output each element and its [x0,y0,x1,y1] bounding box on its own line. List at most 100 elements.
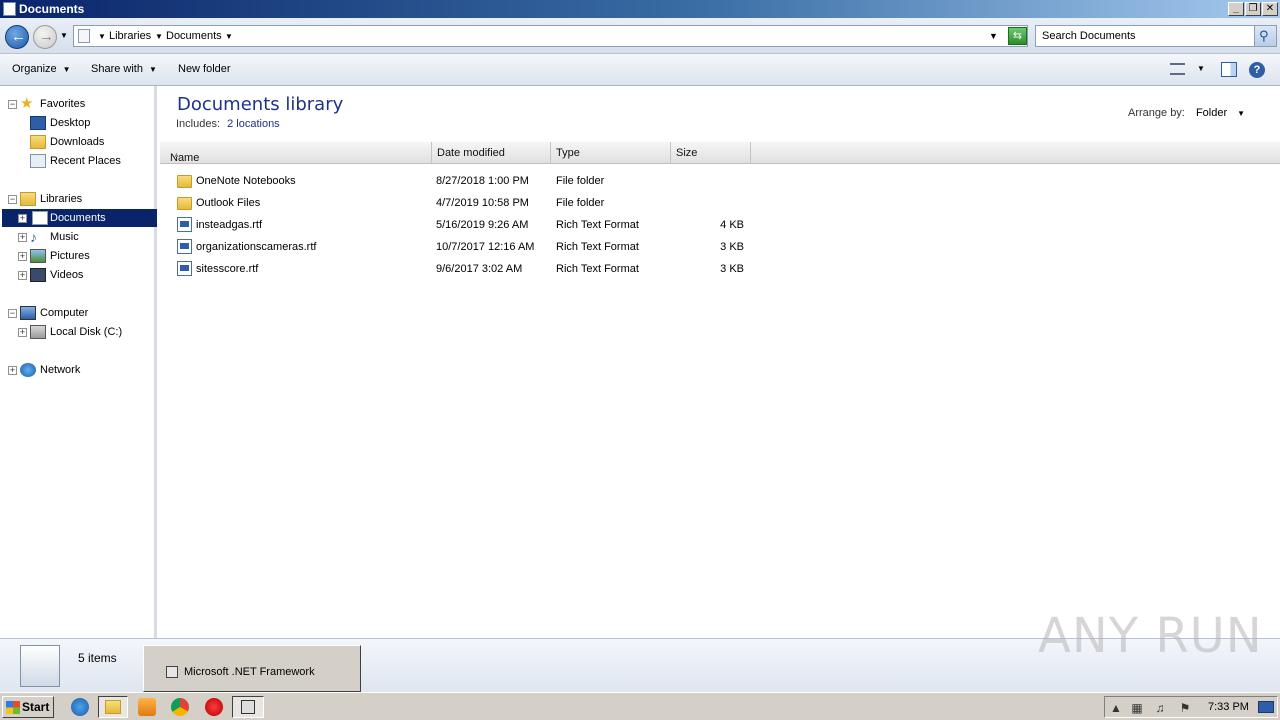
expand-icon[interactable]: + [18,271,27,280]
column-type-label: Type [556,147,580,159]
address-bar-area: ← → ▼ ▼ Libraries ▼ Documents ▼ ▼ ⇆ Sear… [0,18,1280,54]
nav-local-disk[interactable]: + Local Disk (C:) [0,323,157,341]
breadcrumb-libraries[interactable]: Libraries [109,30,151,42]
collapse-icon[interactable]: − [8,195,17,204]
file-row[interactable]: sitesscore.rtf 9/6/2017 3:02 AM Rich Tex… [160,258,760,280]
back-arrow-icon: ← [11,28,26,45]
nav-downloads[interactable]: Downloads [0,133,157,151]
library-icon [78,29,90,43]
forward-arrow-icon: → [39,28,54,45]
column-header-size[interactable]: Size [671,142,751,163]
refresh-icon[interactable]: ⇆ [1008,27,1027,45]
expand-icon[interactable]: + [18,214,27,223]
search-input[interactable]: Search Documents ⚲ [1035,25,1277,47]
column-header-date[interactable]: Date modified [432,142,551,163]
expand-icon[interactable]: + [18,252,27,261]
nav-documents[interactable]: + Documents [2,209,157,227]
search-placeholder: Search Documents [1042,30,1136,42]
network-status-icon[interactable]: ▦ [1130,701,1144,715]
column-headers: Name ▲ Date modified Type Size [160,142,1280,164]
help-icon[interactable]: ? [1249,62,1265,78]
collapse-icon[interactable]: − [8,309,17,318]
breadcrumb-chevron-icon[interactable]: ▼ [155,32,163,41]
title-bar[interactable]: Documents _ ❐ ✕ [0,0,1280,18]
popup-label: Microsoft .NET Framework [184,666,315,678]
opera-icon[interactable] [205,698,223,716]
nav-pictures[interactable]: + Pictures [0,247,157,265]
nav-label: Recent Places [50,155,121,167]
nav-recent-places[interactable]: Recent Places [0,152,157,170]
file-type: File folder [556,197,605,209]
search-icon[interactable]: ⚲ [1254,26,1276,46]
file-row[interactable]: Outlook Files 4/7/2019 10:58 PM File fol… [160,192,760,214]
expand-icon[interactable]: + [18,328,27,337]
windows-logo-icon [6,701,20,714]
nav-label: Desktop [50,117,91,129]
forward-button[interactable]: → [33,25,57,49]
column-header-type[interactable]: Type [551,142,671,163]
file-row[interactable]: OneNote Notebooks 8/27/2018 1:00 PM File… [160,170,760,192]
media-player-icon[interactable] [138,698,156,716]
chrome-icon[interactable] [171,698,189,716]
nav-libraries[interactable]: − Libraries [0,190,157,208]
sort-ascending-icon: ▲ [173,152,180,159]
share-with-label: Share with [91,63,143,75]
nav-label: Computer [40,307,89,319]
volume-icon[interactable]: ♫ [1153,701,1167,715]
includes-locations-link[interactable]: 2 locations [227,118,280,130]
nav-network[interactable]: + Network [0,361,157,379]
close-button[interactable]: ✕ [1262,2,1278,16]
recent-pages-dropdown-icon[interactable]: ▼ [60,31,68,40]
address-input[interactable]: ▼ Libraries ▼ Documents ▼ ▼ ⇆ [73,25,1028,47]
file-name: organizationscameras.rtf [196,241,317,253]
file-size: 3 KB [720,241,744,253]
preview-pane-icon[interactable] [1221,62,1237,77]
collapse-icon[interactable]: − [8,100,17,109]
show-desktop-icon[interactable] [1258,701,1274,713]
expand-icon[interactable]: + [18,233,27,242]
taskbar-net-framework-button[interactable] [232,696,264,718]
action-center-flag-icon[interactable]: ⚑ [1178,701,1192,715]
nav-music[interactable]: + ♪ Music [0,228,157,246]
file-date: 8/27/2018 1:00 PM [436,175,529,187]
nav-desktop[interactable]: Desktop [0,114,157,132]
library-title: Documents library [177,94,344,115]
breadcrumb-documents[interactable]: Documents [166,30,222,42]
nav-label: Local Disk (C:) [50,326,123,338]
show-hidden-icons-icon[interactable]: ▲ [1109,701,1123,715]
file-name: insteadgas.rtf [196,219,263,231]
clock[interactable]: 7:33 PM [1208,701,1249,713]
start-button[interactable]: Start [2,696,54,718]
breadcrumb-chevron-icon[interactable]: ▼ [225,32,233,41]
documents-icon [32,211,48,225]
rtf-file-icon [177,261,192,276]
address-history-dropdown-icon[interactable]: ▼ [989,31,998,41]
back-button[interactable]: ← [5,25,29,49]
breadcrumb-chevron-icon[interactable]: ▼ [98,32,106,41]
view-options-dropdown-icon[interactable]: ▼ [1197,64,1205,73]
nav-videos[interactable]: + Videos [0,266,157,284]
change-view-icon[interactable] [1170,63,1185,75]
nav-label: Downloads [50,136,105,148]
organize-button[interactable]: Organize ▼ [12,63,71,75]
includes-label: Includes: [176,118,221,130]
file-name: OneNote Notebooks [196,175,296,187]
arrange-by: Arrange by: Folder ▼ [1128,107,1245,119]
new-folder-button[interactable]: New folder [178,63,231,75]
restore-button[interactable]: ❐ [1245,2,1261,16]
file-type: Rich Text Format [556,263,639,275]
column-header-name[interactable]: Name ▲ [160,142,432,164]
nav-favorites[interactable]: − ★ Favorites [0,95,157,113]
taskbar-thumbnail-popup[interactable]: Microsoft .NET Framework [143,645,361,692]
nav-computer[interactable]: − Computer [0,304,157,322]
share-with-button[interactable]: Share with ▼ [91,63,157,75]
folder-icon [177,175,192,188]
file-size: 3 KB [720,263,744,275]
arrange-by-dropdown[interactable]: Folder ▼ [1196,107,1245,119]
file-row[interactable]: insteadgas.rtf 5/16/2019 9:26 AM Rich Te… [160,214,760,236]
internet-explorer-icon[interactable] [71,698,89,716]
taskbar-explorer-button[interactable] [98,696,128,718]
expand-icon[interactable]: + [8,366,17,375]
file-row[interactable]: organizationscameras.rtf 10/7/2017 12:16… [160,236,760,258]
minimize-button[interactable]: _ [1228,2,1244,16]
